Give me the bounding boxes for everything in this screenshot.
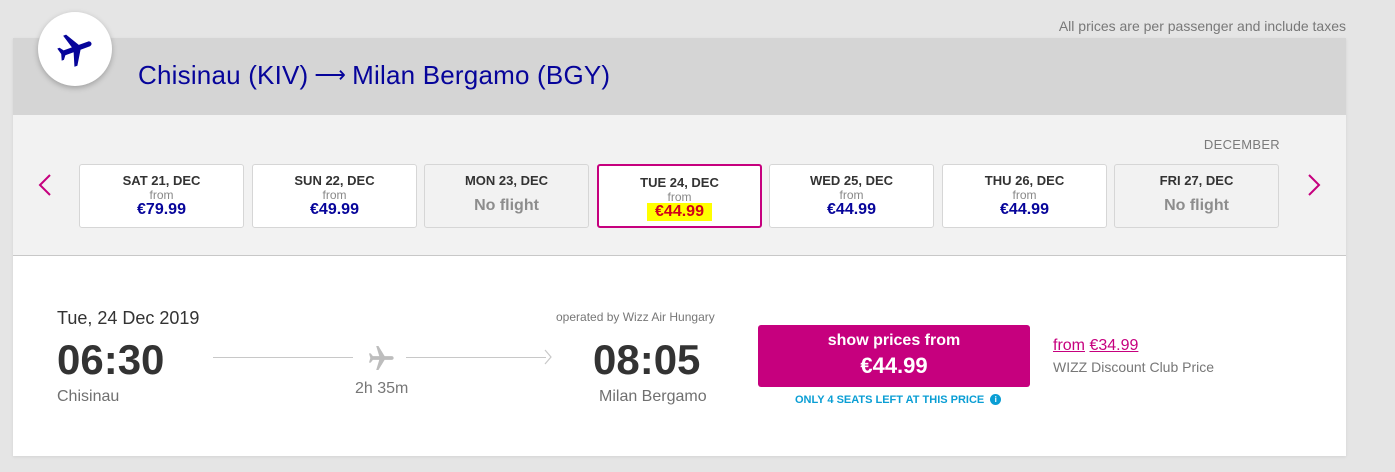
flight-date: Tue, 24 Dec 2019: [57, 308, 200, 328]
tax-note: All prices are per passenger and include…: [1058, 18, 1346, 34]
day-mon-23: MON 23, DEC No flight: [424, 164, 589, 228]
arrow-right-icon: [544, 349, 552, 365]
day-price: €79.99: [137, 201, 186, 218]
show-prices-button[interactable]: show prices from €44.99: [758, 325, 1030, 387]
airplane-icon: [369, 346, 394, 370]
origin: Chisinau (KIV): [138, 60, 309, 90]
flight-card: Chisinau (KIV) ⟶ Milan Bergamo (BGY) DECEM…: [13, 38, 1346, 456]
discount-club-link[interactable]: from €34.99: [1053, 337, 1138, 355]
route-title: Chisinau (KIV) ⟶ Milan Bergamo (BGY): [138, 60, 610, 91]
button-price: €44.99: [860, 353, 928, 378]
day-price: €44.99: [827, 201, 876, 218]
departure-time: 06:30: [57, 336, 165, 383]
flight-row: Tue, 24 Dec 2019 06:30 Chisinau 2h 35m o…: [13, 256, 1346, 456]
route-line: [406, 357, 546, 358]
chevron-left-icon: [38, 174, 51, 196]
chevron-right-icon: [1308, 174, 1321, 196]
date-selector: DECEMBER SAT 21, DEC from €79.99 SUN 22,…: [13, 115, 1346, 256]
day-fri-27: FRI 27, DEC No flight: [1114, 164, 1279, 228]
route-line: [213, 357, 353, 358]
arrival-city: Milan Bergamo: [599, 388, 707, 405]
route-arrow-icon: ⟶: [314, 62, 347, 87]
day-price: €44.99: [1000, 201, 1049, 218]
month-label: DECEMBER: [1203, 137, 1280, 152]
operated-by: operated by Wizz Air Hungary: [556, 310, 715, 324]
arrival-time: 08:05: [593, 336, 701, 383]
info-icon[interactable]: i: [990, 394, 1002, 405]
day-tue-24-selected[interactable]: TUE 24, DEC from €44.99: [597, 164, 762, 228]
day-price: €44.99: [647, 203, 712, 221]
prev-dates-button[interactable]: [35, 171, 55, 199]
destination: Milan Bergamo (BGY): [352, 60, 611, 90]
discount-club-label: WIZZ Discount Club Price: [1053, 359, 1215, 375]
no-flight-label: No flight: [1164, 197, 1229, 214]
no-flight-label: No flight: [474, 197, 539, 214]
airline-logo-badge: [38, 12, 112, 86]
club-price[interactable]: €34.99: [1089, 337, 1138, 354]
flight-duration: 2h 35m: [355, 380, 409, 397]
day-price: €49.99: [310, 201, 359, 218]
day-sat-21[interactable]: SAT 21, DEC from €79.99: [79, 164, 244, 228]
seats-left-note: ONLY 4 SEATS LEFT AT THIS PRICE i: [795, 394, 1002, 406]
day-sun-22[interactable]: SUN 22, DEC from €49.99: [252, 164, 417, 228]
day-wed-25[interactable]: WED 25, DEC from €44.99: [769, 164, 934, 228]
next-dates-button[interactable]: [1304, 171, 1324, 199]
day-thu-26[interactable]: THU 26, DEC from €44.99: [942, 164, 1107, 228]
departure-city: Chisinau: [57, 388, 120, 405]
airplane-icon: [57, 34, 92, 67]
route-header: Chisinau (KIV) ⟶ Milan Bergamo (BGY): [13, 38, 1346, 115]
